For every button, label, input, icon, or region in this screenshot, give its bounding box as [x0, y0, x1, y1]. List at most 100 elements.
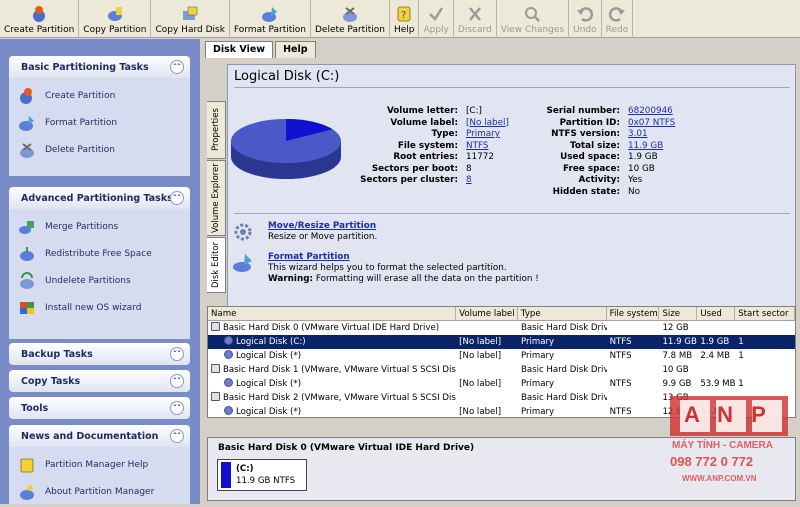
- create-partition-icon: [17, 86, 37, 106]
- prop-key: Used space:: [560, 152, 620, 162]
- advanced-tasks-header[interactable]: Advanced Partitioning Tasks ˆˆ: [9, 187, 190, 209]
- sidebar-item-redistribute[interactable]: Redistribute Free Space: [9, 240, 190, 267]
- redo-button[interactable]: Redo: [602, 0, 634, 38]
- prop-key: Sectors per cluster:: [360, 175, 458, 185]
- sidebar-item-install-os[interactable]: Install new OS wizard: [9, 294, 190, 321]
- copy-tasks-header[interactable]: Copy Tasks ˇˇ: [9, 370, 190, 392]
- right-properties: Serial number: 68200946 Partition ID: 0x07 …: [528, 106, 676, 198]
- basic-tasks-header[interactable]: Basic Partitioning Tasks ˆˆ: [9, 56, 190, 78]
- close-icon: [465, 5, 485, 23]
- copy-partition-button[interactable]: Copy Partition: [79, 0, 152, 38]
- table-cell: 1: [738, 379, 744, 389]
- column-header[interactable]: Used: [697, 307, 736, 320]
- column-header[interactable]: Volume label: [456, 307, 518, 320]
- chevron-up-icon[interactable]: ˆˆ: [170, 429, 184, 443]
- chevron-down-icon[interactable]: ˇˇ: [170, 347, 184, 361]
- partition-block-c[interactable]: (C:) 11.9 GB NTFS: [217, 459, 307, 491]
- column-header[interactable]: Start sector: [735, 307, 795, 320]
- prop-key: Total size:: [570, 140, 620, 151]
- backup-tasks-header[interactable]: Backup Tasks ˇˇ: [9, 343, 190, 365]
- prop-value[interactable]: 3.01: [620, 129, 648, 141]
- create-partition-button[interactable]: Create Partition: [0, 0, 80, 38]
- prop-key: NTFS version:: [551, 129, 620, 139]
- undo-button[interactable]: Undo: [569, 0, 602, 38]
- table-row[interactable]: Logical Disk (*) [No label] Primary NTFS 9.9…: [208, 377, 795, 391]
- view-tabs: Disk View Help: [205, 41, 318, 58]
- prop-value[interactable]: [No label]: [458, 118, 509, 130]
- column-header[interactable]: Size: [659, 307, 698, 320]
- table-cell: 1: [738, 351, 744, 361]
- tab-properties[interactable]: Properties: [207, 101, 226, 159]
- discard-button[interactable]: Discard: [454, 0, 497, 38]
- chevron-down-icon[interactable]: ˇˇ: [170, 374, 184, 388]
- move-resize-wizard[interactable]: Move/Resize Partition Resize or Move par…: [232, 221, 792, 243]
- prop-row: Volume letter: [C:]: [356, 106, 509, 118]
- prop-row: Root entries: 11772: [356, 152, 509, 164]
- column-header[interactable]: Type: [518, 307, 607, 320]
- prop-row: File system: NTFS: [356, 141, 509, 153]
- table-header: Name Volume label Type File system Size Used S…: [208, 307, 795, 321]
- prop-row: Serial number: 68200946: [528, 106, 675, 118]
- column-header[interactable]: Name: [208, 307, 457, 320]
- help-icon: ?: [394, 5, 414, 23]
- prop-row: NTFS version: 3.01: [528, 129, 675, 141]
- table-row[interactable]: Logical Disk (*) [No label] Primary NTFS 7.8…: [208, 349, 795, 363]
- table-row[interactable]: Basic Hard Disk 1 (VMware, VMware Virtua…: [208, 363, 795, 377]
- prop-value[interactable]: Primary: [458, 129, 500, 141]
- side-tabs: Properties Volume Explorer Disk Editor: [207, 101, 226, 294]
- prop-value: [C:]: [466, 106, 482, 116]
- left-properties: Volume letter: [C:] Volume label: [No label…: [356, 106, 509, 187]
- prop-value: No: [628, 186, 640, 197]
- tab-disk-view[interactable]: Disk View: [205, 41, 274, 58]
- create-partition-icon: [29, 5, 49, 23]
- help-button[interactable]: ? Help: [390, 0, 420, 38]
- delete-partition-button[interactable]: Delete Partition: [311, 0, 390, 38]
- prop-key: Volume letter:: [386, 106, 458, 116]
- table-cell: Logical Disk (C:): [208, 335, 456, 349]
- view-changes-button[interactable]: View Changes: [497, 0, 570, 38]
- table-cell: [No label]: [459, 379, 502, 389]
- partition-icon: [224, 378, 233, 387]
- prop-value[interactable]: 11.9 GB: [620, 141, 663, 153]
- sidebar-item-create-partition[interactable]: Create Partition: [9, 82, 190, 109]
- chevron-up-icon[interactable]: ˆˆ: [170, 60, 184, 74]
- sidebar-item-merge-partitions[interactable]: Merge Partitions: [9, 213, 190, 240]
- table-cell: [No label]: [459, 351, 502, 361]
- format-partition-icon: [260, 5, 280, 23]
- sidebar-item-undelete[interactable]: Undelete Partitions: [9, 267, 190, 294]
- tab-disk-editor[interactable]: Disk Editor: [207, 237, 226, 293]
- prop-value: Yes: [628, 175, 643, 185]
- table-cell: NTFS: [609, 407, 632, 417]
- prop-value[interactable]: 8: [458, 175, 472, 187]
- table-row[interactable]: Basic Hard Disk 0 (VMware Virtual IDE Ha…: [208, 321, 795, 335]
- chevron-up-icon[interactable]: ˆˆ: [170, 191, 184, 205]
- sidebar-item-about[interactable]: About Partition Manager: [9, 478, 190, 504]
- chevron-down-icon[interactable]: ˇˇ: [170, 401, 184, 415]
- tab-help[interactable]: Help: [275, 41, 316, 58]
- table-cell: Primary: [520, 337, 555, 347]
- apply-button[interactable]: Apply: [419, 0, 454, 38]
- prop-value[interactable]: NTFS: [458, 141, 488, 153]
- column-header[interactable]: File system: [607, 307, 660, 320]
- format-wizard[interactable]: Format Partition This wizard helps you t…: [232, 252, 792, 285]
- tools-panel: Tools ˇˇ: [9, 397, 190, 419]
- table-cell: Primary: [520, 407, 555, 417]
- sidebar-item-help[interactable]: Partition Manager Help: [9, 451, 190, 478]
- tools-header[interactable]: Tools ˇˇ: [9, 397, 190, 419]
- table-cell: [456, 391, 518, 405]
- sidebar-item-format-partition[interactable]: Format Partition: [9, 109, 190, 136]
- sidebar-item-delete-partition[interactable]: Delete Partition: [9, 136, 190, 163]
- table-row[interactable]: Logical Disk (C:) [No label] Primary NTFS 11…: [208, 335, 795, 349]
- format-link[interactable]: Format Partition: [268, 252, 792, 263]
- copy-hard-disk-button[interactable]: Copy Hard Disk: [151, 0, 230, 38]
- news-header[interactable]: News and Documentation ˆˆ: [9, 425, 190, 447]
- prop-value[interactable]: 0x07 NTFS: [620, 118, 675, 130]
- move-resize-link[interactable]: Move/Resize Partition: [268, 221, 792, 232]
- prop-key: Partition ID:: [559, 117, 620, 128]
- delete-partition-icon: [17, 140, 37, 160]
- table-cell: [No label]: [459, 337, 502, 347]
- advanced-tasks-panel: Advanced Partitioning Tasks ˆˆ Merge Part…: [9, 187, 190, 339]
- format-partition-button[interactable]: Format Partition: [230, 0, 311, 38]
- prop-value[interactable]: 68200946: [620, 106, 673, 118]
- tab-volume-explorer[interactable]: Volume Explorer: [207, 160, 226, 236]
